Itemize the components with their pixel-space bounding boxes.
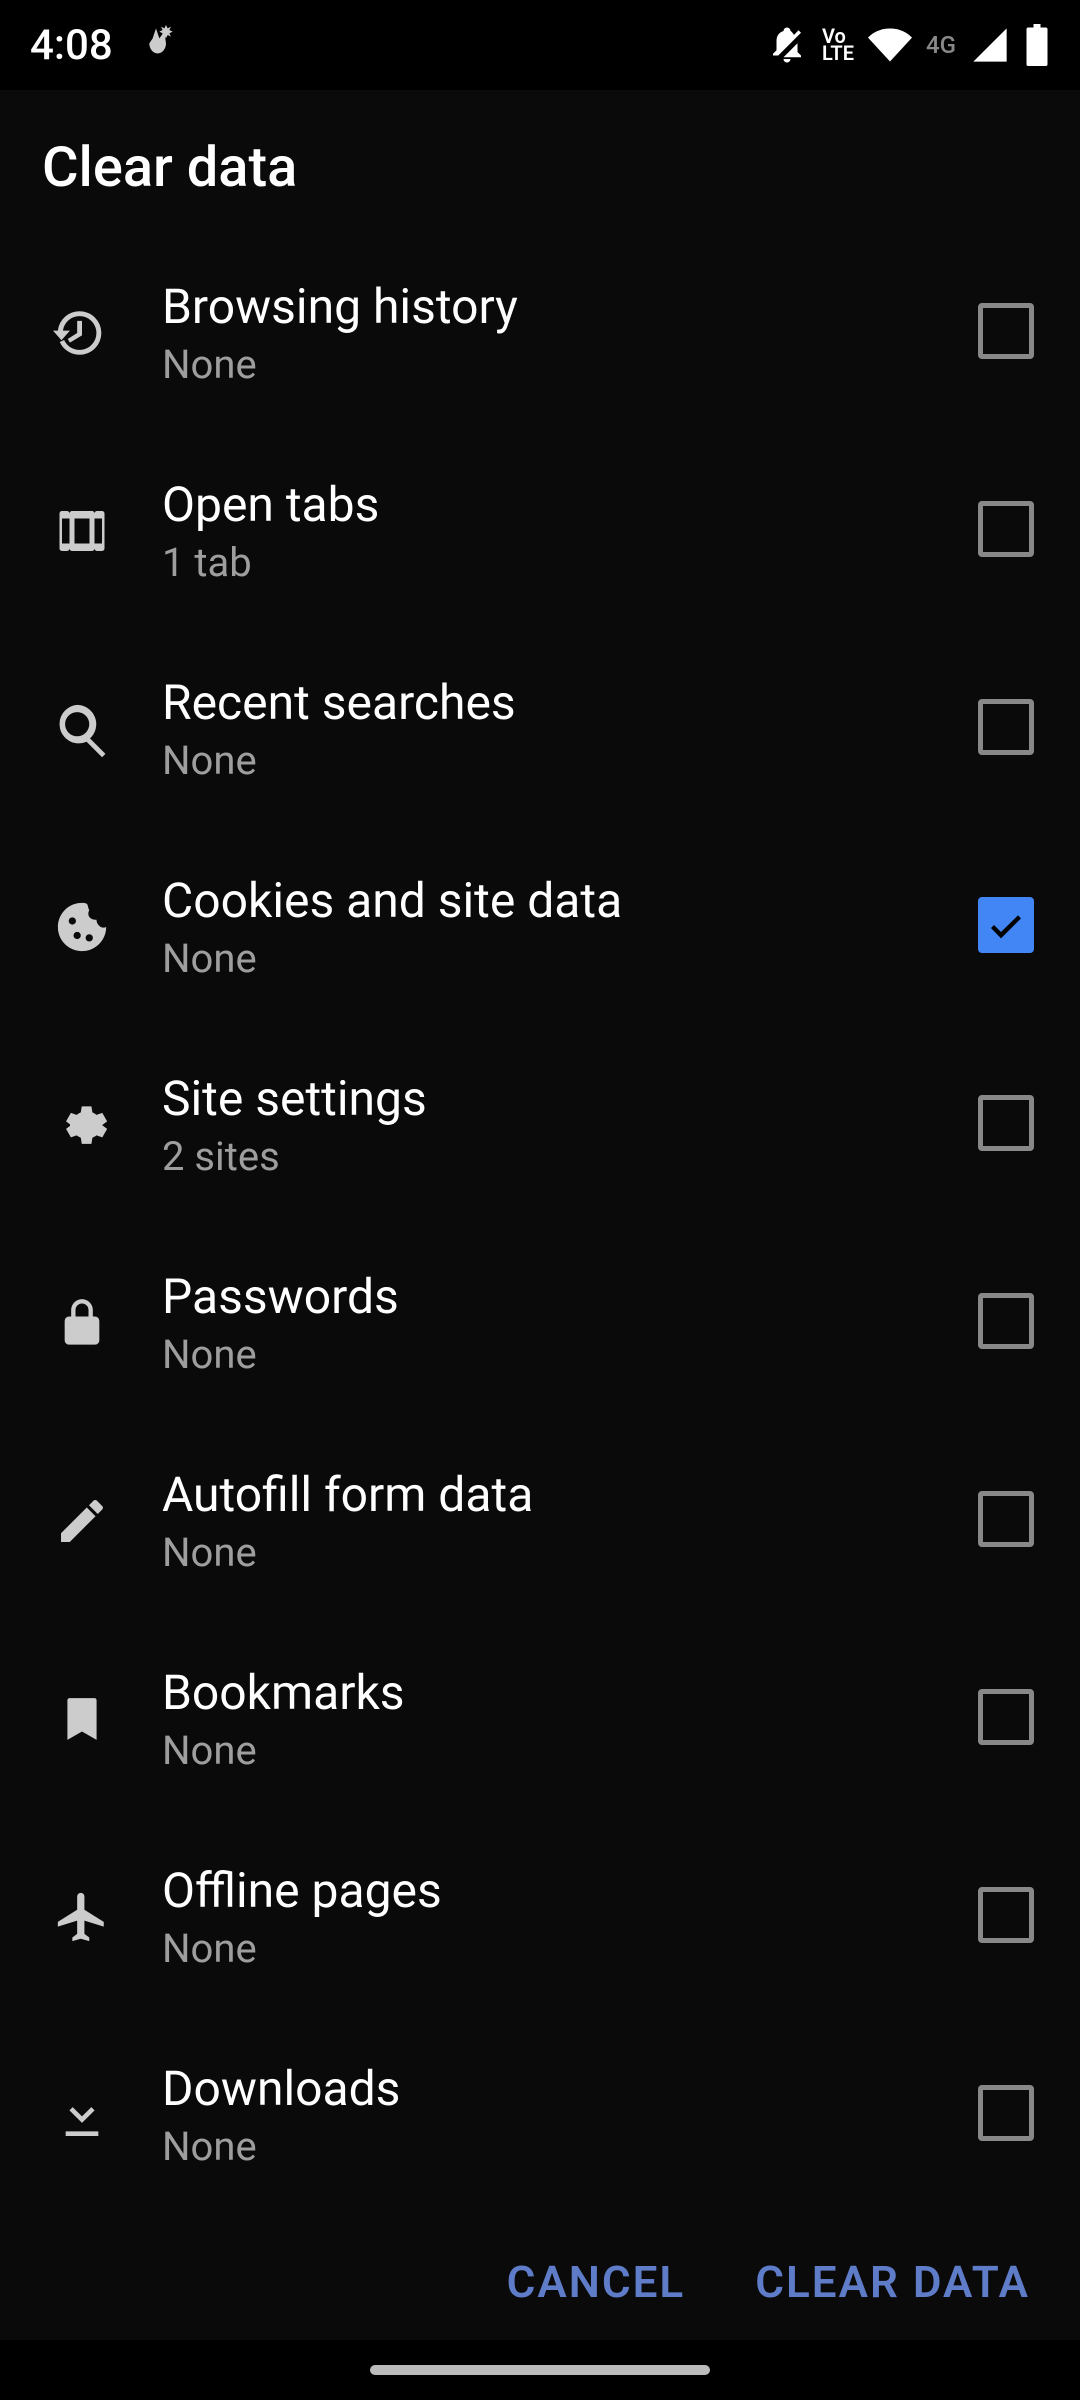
row-sub: None: [162, 737, 938, 784]
row-cookies[interactable]: Cookies and site data None: [0, 828, 1080, 1026]
cookie-icon: [42, 887, 122, 967]
row-title: Autofill form data: [162, 1466, 938, 1523]
checkbox-recent-searches[interactable]: [978, 699, 1038, 759]
volte-icon: Vo LTE: [822, 28, 854, 62]
row-sub: None: [162, 1331, 938, 1378]
navigation-bar: [0, 2340, 1080, 2400]
search-icon: [42, 689, 122, 769]
row-title: Downloads: [162, 2060, 938, 2117]
airplane-icon: [42, 1877, 122, 1957]
bookmark-icon: [42, 1679, 122, 1759]
checkbox-open-tabs[interactable]: [978, 501, 1038, 561]
wifi-icon: [868, 23, 912, 67]
download-icon: [42, 2075, 122, 2155]
signal-icon: [970, 25, 1010, 65]
row-sub: None: [162, 1529, 938, 1576]
dialog-footer: CANCEL CLEAR DATA: [0, 2230, 1080, 2340]
row-sub: None: [162, 1727, 938, 1774]
row-sub: None: [162, 341, 938, 388]
row-sub: None: [162, 1925, 938, 1972]
checkbox-autofill[interactable]: [978, 1491, 1038, 1551]
clear-data-button[interactable]: CLEAR DATA: [755, 2256, 1030, 2308]
row-title: Site settings: [162, 1070, 938, 1127]
gear-icon: [42, 1085, 122, 1165]
checkbox-passwords[interactable]: [978, 1293, 1038, 1353]
checkbox-browsing-history[interactable]: [978, 303, 1038, 363]
status-time: 4:08: [30, 21, 113, 70]
row-bookmarks[interactable]: Bookmarks None: [0, 1620, 1080, 1818]
history-icon: [42, 293, 122, 373]
row-browsing-history[interactable]: Browsing history None: [0, 234, 1080, 432]
row-downloads[interactable]: Downloads None: [0, 2016, 1080, 2214]
status-bar: 4:08 Vo LTE 4G: [0, 0, 1080, 90]
row-offline-pages[interactable]: Offline pages None: [0, 1818, 1080, 2016]
notification-off-icon: [766, 24, 808, 66]
network-type: 4G: [926, 31, 956, 59]
row-sub: None: [162, 2123, 938, 2170]
row-sub: 2 sites: [162, 1133, 938, 1180]
row-title: Bookmarks: [162, 1664, 938, 1721]
lock-icon: [42, 1283, 122, 1363]
page-title: Clear data: [0, 90, 1080, 234]
cancel-button[interactable]: CANCEL: [507, 2256, 686, 2308]
pencil-icon: [42, 1481, 122, 1561]
data-type-list: Browsing history None Open tabs 1 tab: [0, 234, 1080, 2230]
checkbox-cookies[interactable]: [978, 897, 1038, 957]
tabs-icon: [42, 491, 122, 571]
row-sub: 1 tab: [162, 539, 938, 586]
row-recent-searches[interactable]: Recent searches None: [0, 630, 1080, 828]
checkbox-offline-pages[interactable]: [978, 1887, 1038, 1947]
row-title: Open tabs: [162, 476, 938, 533]
clap-icon: [141, 20, 181, 71]
row-title: Recent searches: [162, 674, 938, 731]
battery-icon: [1024, 24, 1050, 66]
row-title: Offline pages: [162, 1862, 938, 1919]
checkbox-site-settings[interactable]: [978, 1095, 1038, 1155]
row-autofill[interactable]: Autofill form data None: [0, 1422, 1080, 1620]
row-passwords[interactable]: Passwords None: [0, 1224, 1080, 1422]
home-indicator[interactable]: [370, 2365, 710, 2375]
row-open-tabs[interactable]: Open tabs 1 tab: [0, 432, 1080, 630]
row-title: Passwords: [162, 1268, 938, 1325]
row-title: Cookies and site data: [162, 872, 938, 929]
row-sub: None: [162, 935, 938, 982]
row-title: Browsing history: [162, 278, 938, 335]
checkbox-downloads[interactable]: [978, 2085, 1038, 2145]
checkbox-bookmarks[interactable]: [978, 1689, 1038, 1749]
row-site-settings[interactable]: Site settings 2 sites: [0, 1026, 1080, 1224]
